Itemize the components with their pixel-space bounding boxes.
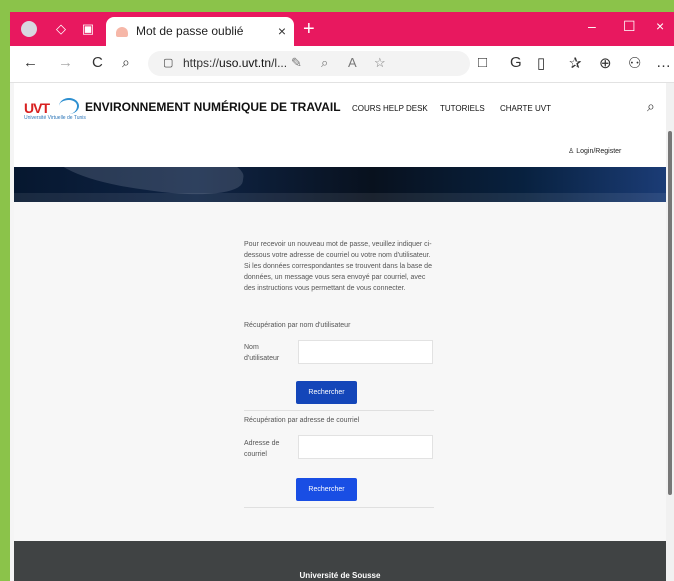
maximize-icon[interactable]: ☐	[623, 18, 636, 35]
tab-title: Mot de passe oublié	[136, 24, 244, 38]
new-tab-icon[interactable]: +	[303, 18, 315, 41]
nav-cours[interactable]: COURS	[352, 104, 381, 113]
username-input[interactable]	[298, 340, 433, 364]
email-label: Adresse de courriel	[244, 440, 280, 458]
more-icon[interactable]: …	[656, 54, 671, 71]
footer-title: Université de Sousse	[299, 571, 381, 580]
username-label: Nom d'utilisateur	[244, 344, 280, 362]
browser-window: ◇ ▣ Mot de passe oublié × + – ☐ × ← → C …	[10, 12, 674, 581]
user-bar: ♙ Login/Register	[14, 138, 666, 167]
email-input[interactable]	[298, 435, 433, 459]
copilot-icon[interactable]: ⚇	[628, 54, 641, 72]
forward-icon: →	[58, 54, 73, 71]
section-divider-1	[244, 410, 434, 411]
page-scrollbar[interactable]	[666, 83, 674, 581]
username-section-title: Récupération par nom d'utilisateur	[244, 322, 351, 329]
minimize-icon[interactable]: –	[588, 18, 596, 34]
main-content: Pour recevoir un nouveau mot de passe, v…	[14, 202, 666, 541]
tab-actions-icon[interactable]: ▣	[80, 21, 96, 37]
read-aloud-icon[interactable]: A	[348, 55, 357, 70]
address-bar[interactable]: ▢ https://uso.uvt.tn/l... ✎ ⌕ A ☆	[148, 51, 470, 76]
login-register-link[interactable]: ♙ Login/Register	[568, 147, 621, 155]
nav-tutoriels[interactable]: TUTORIELS	[440, 104, 485, 113]
logo-swoosh-icon	[59, 98, 79, 114]
site-search-icon[interactable]: ⌕	[647, 98, 655, 115]
tab-bar: ◇ ▣ Mot de passe oublié × + – ☐ ×	[10, 12, 674, 46]
page-banner	[14, 167, 666, 202]
favorite-icon[interactable]: ☆	[374, 55, 386, 71]
email-section-title: Récupération par adresse de courriel	[244, 417, 360, 424]
edit-icon[interactable]: ✎	[291, 55, 302, 71]
lock-icon: ▢	[163, 57, 174, 69]
split-screen-icon[interactable]: ▯	[537, 54, 545, 72]
collections-icon[interactable]: ⊕	[599, 54, 612, 72]
search-email-button[interactable]: Rechercher	[296, 478, 357, 501]
search-icon[interactable]: ⌕	[122, 54, 130, 71]
workspaces-icon[interactable]: ◇	[53, 21, 69, 37]
web-page: UVT Université Virtuelle de Tunis ENVIRO…	[14, 83, 666, 581]
site-title: ENVIRONNEMENT NUMÉRIQUE DE TRAVAIL	[85, 100, 341, 114]
site-header: UVT Université Virtuelle de Tunis ENVIRO…	[14, 83, 666, 129]
refresh-alt-icon[interactable]: G	[510, 54, 522, 71]
active-tab[interactable]: Mot de passe oublié ×	[106, 17, 294, 46]
user-icon: ♙	[568, 148, 575, 155]
nav-charte-uvt[interactable]: CHARTE UVT	[500, 104, 551, 113]
site-favicon-icon	[116, 27, 128, 37]
instructions-text: Pour recevoir un nouveau mot de passe, v…	[244, 241, 432, 292]
back-icon[interactable]: ←	[23, 54, 38, 71]
refresh-icon[interactable]: C	[92, 54, 103, 71]
nav-help-desk[interactable]: HELP DESK	[383, 104, 428, 113]
site-footer: Université de Sousse	[14, 541, 666, 581]
uvt-logo[interactable]: UVT Université Virtuelle de Tunis	[24, 98, 86, 122]
favorites-icon[interactable]: ✰	[569, 54, 582, 72]
scrollbar-thumb[interactable]	[668, 131, 672, 495]
url-text[interactable]: https://uso.uvt.tn/l...	[183, 56, 287, 70]
zoom-icon[interactable]: ⌕	[321, 55, 328, 71]
close-window-icon[interactable]: ×	[656, 18, 664, 34]
profile-avatar-icon[interactable]	[21, 21, 37, 37]
search-username-button[interactable]: Rechercher	[296, 381, 357, 404]
extension-icon[interactable]: □	[478, 54, 487, 71]
section-divider-2	[244, 507, 434, 508]
browser-toolbar: ← → C ⌕ ▢ https://uso.uvt.tn/l... ✎ ⌕ A …	[10, 46, 674, 83]
close-tab-icon[interactable]: ×	[278, 23, 286, 39]
